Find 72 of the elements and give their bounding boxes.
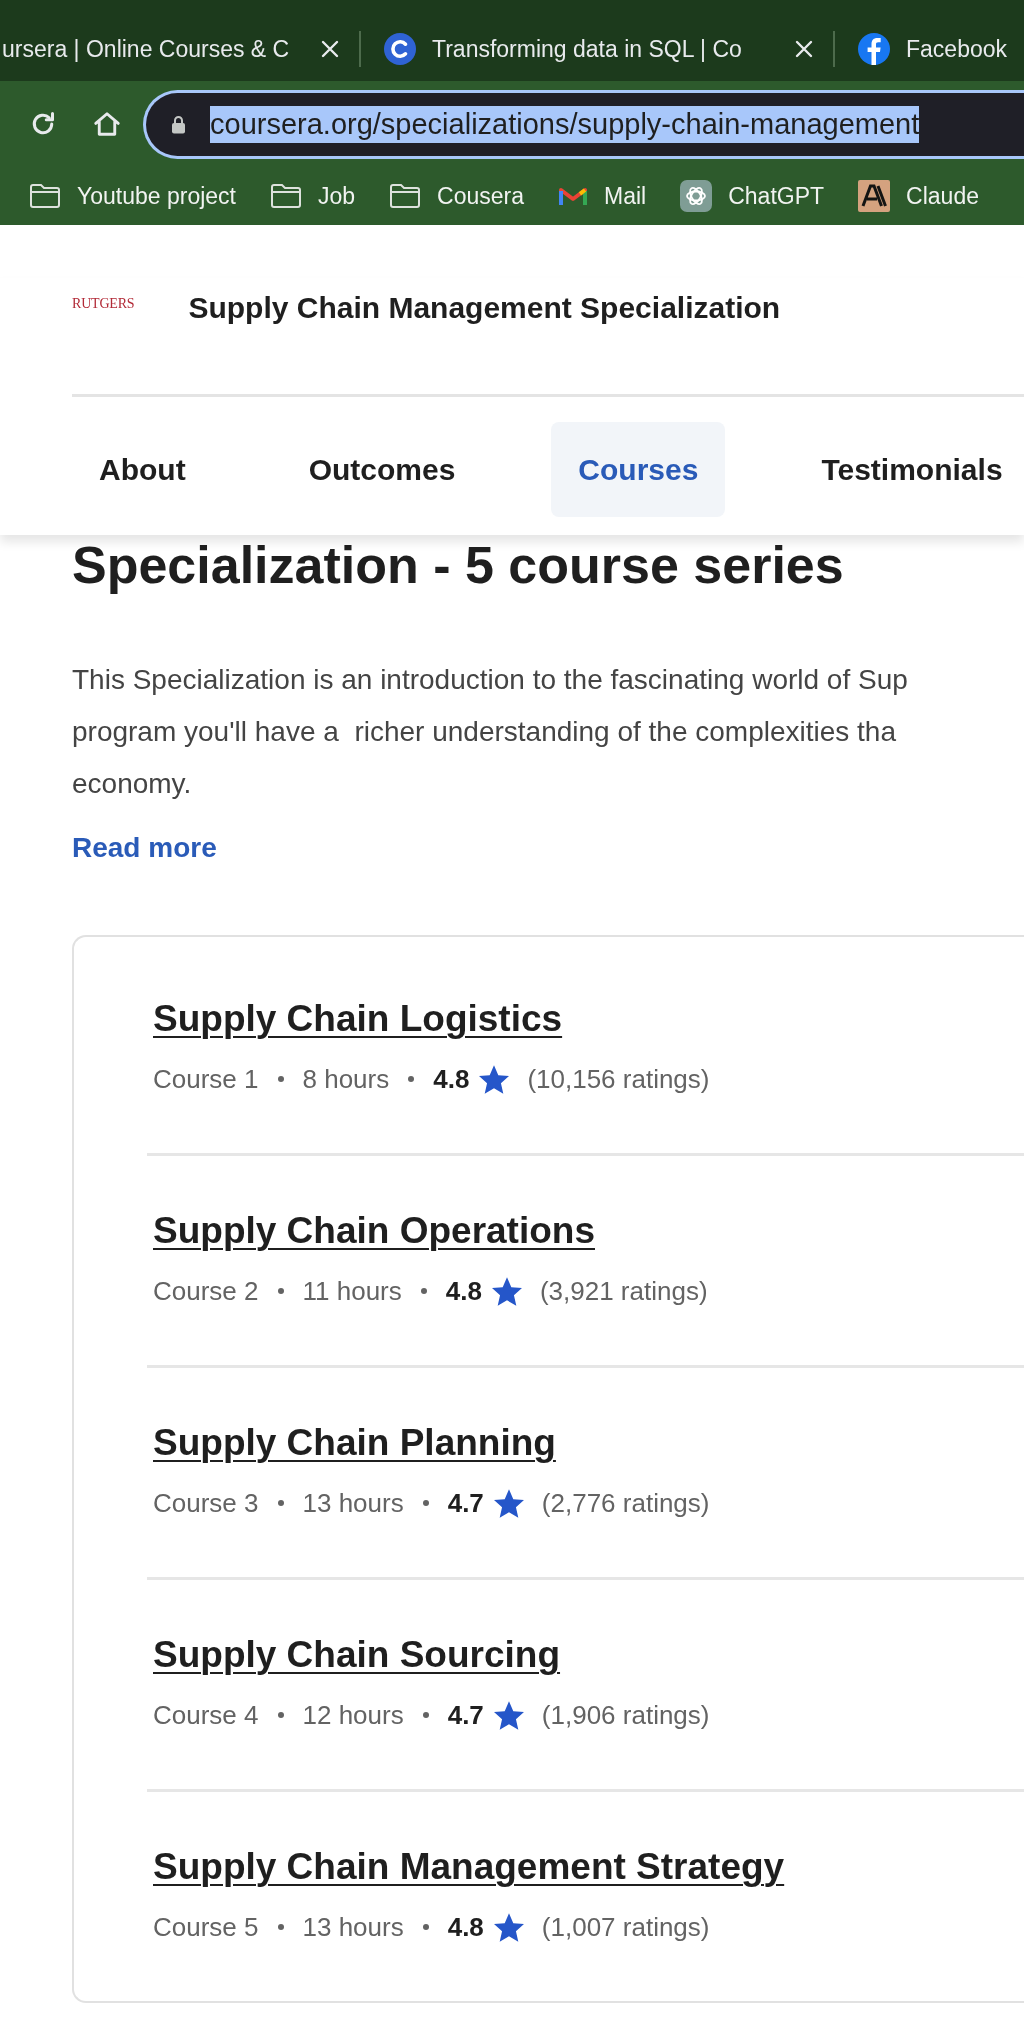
course-number: Course 5 — [153, 1911, 259, 1943]
section-heading: Specialization - 5 course series — [72, 535, 845, 595]
course-number: Course 1 — [153, 1063, 259, 1095]
browser-tab[interactable]: Transforming data in SQL | Co — [361, 17, 833, 81]
star-icon — [491, 1276, 522, 1306]
bookmark[interactable]: Job — [270, 182, 356, 210]
nav-tab[interactable]: Courses — [551, 422, 726, 517]
course-number: Course 3 — [153, 1487, 259, 1519]
ratings-count: (1,906 ratings) — [541, 1699, 710, 1731]
course-number: Course 2 — [153, 1275, 259, 1307]
course-title-link[interactable]: Supply Chain Planning — [153, 1419, 556, 1467]
bookmark[interactable]: Cousera — [389, 182, 525, 210]
bookmark[interactable]: Claude — [858, 180, 979, 212]
lock-icon[interactable] — [171, 114, 186, 134]
course-duration: 13 hours — [302, 1911, 404, 1943]
ratings-count: (3,921 ratings) — [539, 1275, 708, 1307]
course-duration: 11 hours — [302, 1275, 402, 1307]
bullet-icon — [420, 1288, 427, 1294]
bullet-icon — [277, 1288, 284, 1294]
course-title-link[interactable]: Supply Chain Management Strategy — [153, 1843, 785, 1891]
rating-value: 4.8 — [447, 1911, 484, 1943]
bullet-icon — [277, 1712, 284, 1718]
rating-value: 4.8 — [445, 1275, 482, 1307]
bullet-icon — [422, 1924, 429, 1930]
rating-value: 4.7 — [447, 1699, 484, 1731]
course-number: Course 4 — [153, 1699, 259, 1731]
bullet-icon — [277, 1924, 284, 1930]
browser-tab[interactable]: ursera | Online Courses & C — [0, 17, 359, 81]
ratings-count: (2,776 ratings) — [541, 1487, 710, 1519]
bookmark[interactable]: ChatGPT — [680, 180, 825, 212]
description-paragraph: This Specialization is an introduction to the fascinating world of Sup program you'll have a richer understanding of the complexities tha economy. — [72, 663, 908, 801]
home-icon[interactable] — [92, 109, 122, 139]
course-title-link[interactable]: Supply Chain Sourcing — [153, 1631, 561, 1679]
close-icon[interactable] — [795, 40, 813, 58]
bullet-icon — [408, 1076, 415, 1082]
course-duration: 8 hours — [302, 1063, 390, 1095]
course-title-link[interactable]: Supply Chain Operations — [153, 1207, 595, 1255]
course-title-link[interactable]: Supply Chain Logistics — [153, 995, 563, 1043]
course-duration: 13 hours — [302, 1487, 404, 1519]
bullet-icon — [277, 1500, 284, 1506]
close-icon[interactable] — [321, 40, 339, 58]
tile-logo-icon — [858, 180, 891, 212]
url-text: coursera.org/specializations/supply-chain-management — [210, 105, 920, 143]
ratings-count: (10,156 ratings) — [527, 1063, 710, 1095]
folder-icon — [29, 183, 61, 209]
course-duration: 12 hours — [302, 1699, 404, 1731]
ratings-count: (1,007 ratings) — [541, 1911, 710, 1943]
nav-tab[interactable]: About — [72, 422, 213, 517]
folder-icon — [270, 183, 302, 209]
address-bar[interactable]: coursera.org/specializations/supply-chain-management — [143, 89, 1024, 159]
bookmark[interactable]: Youtube project — [29, 182, 236, 210]
rating-value: 4.7 — [447, 1487, 484, 1519]
knot-logo-icon — [680, 180, 713, 212]
c-logo-icon — [384, 33, 416, 65]
star-icon — [479, 1064, 510, 1094]
university-logo[interactable]: RUTGERS — [72, 296, 135, 320]
bookmark[interactable]: Mail — [558, 182, 647, 210]
browser-tab[interactable]: Facebook — [835, 17, 1024, 81]
f-logo-icon — [858, 33, 890, 65]
nav-tab[interactable]: Outcomes — [281, 422, 483, 517]
folder-icon — [389, 183, 422, 209]
read-more-link[interactable]: Read more — [72, 828, 217, 868]
bullet-icon — [422, 1712, 429, 1718]
page-title: Supply Chain Management Specialization — [188, 291, 781, 325]
nav-tab[interactable]: Testimonials — [794, 422, 1024, 517]
star-icon — [493, 1912, 524, 1942]
rating-value: 4.8 — [433, 1063, 470, 1095]
envelope-icon — [558, 185, 589, 207]
star-icon — [493, 1700, 524, 1730]
bullet-icon — [277, 1076, 284, 1082]
bullet-icon — [422, 1500, 429, 1506]
star-icon — [493, 1488, 524, 1518]
